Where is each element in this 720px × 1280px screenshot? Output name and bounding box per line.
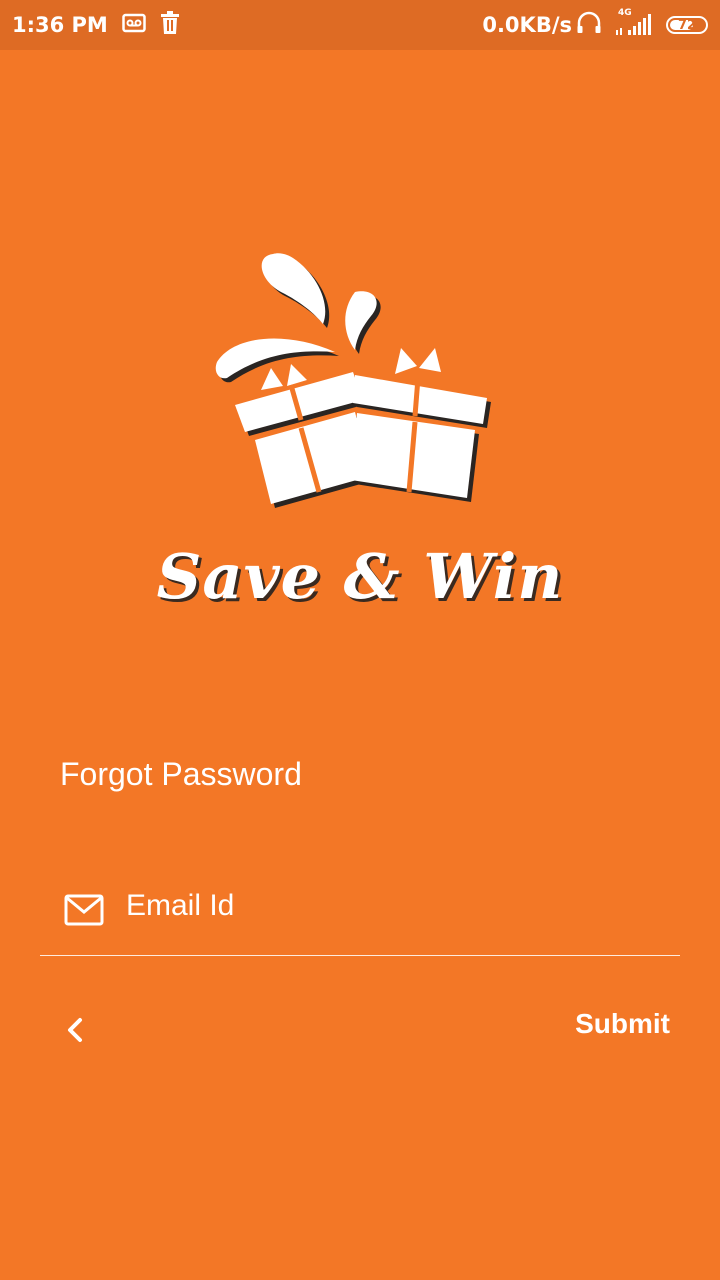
gift-boxes-icon bbox=[215, 253, 491, 508]
headset-icon bbox=[576, 11, 602, 40]
mail-icon bbox=[64, 894, 104, 926]
trash-icon bbox=[160, 10, 180, 40]
signal-icon: 4G bbox=[614, 8, 654, 38]
status-left: 1:36 PM bbox=[12, 10, 180, 40]
battery-level: 72 bbox=[677, 17, 697, 33]
battery-icon: 72 bbox=[666, 16, 708, 34]
status-bar: 1:36 PM 0.0KB/s 4G 72 bbox=[0, 0, 720, 50]
brand-name: Save & Win bbox=[156, 540, 564, 613]
page-title: Forgot Password bbox=[60, 756, 302, 792]
email-field[interactable] bbox=[124, 888, 628, 924]
status-right: 0.0KB/s 4G 72 bbox=[482, 8, 708, 40]
email-field-row bbox=[40, 880, 680, 956]
voicemail-icon bbox=[122, 13, 146, 38]
chevron-left-icon[interactable] bbox=[58, 1010, 94, 1050]
network-speed: 0.0KB/s bbox=[482, 13, 572, 37]
status-time: 1:36 PM bbox=[12, 13, 108, 37]
submit-button[interactable]: Submit bbox=[575, 1008, 670, 1040]
